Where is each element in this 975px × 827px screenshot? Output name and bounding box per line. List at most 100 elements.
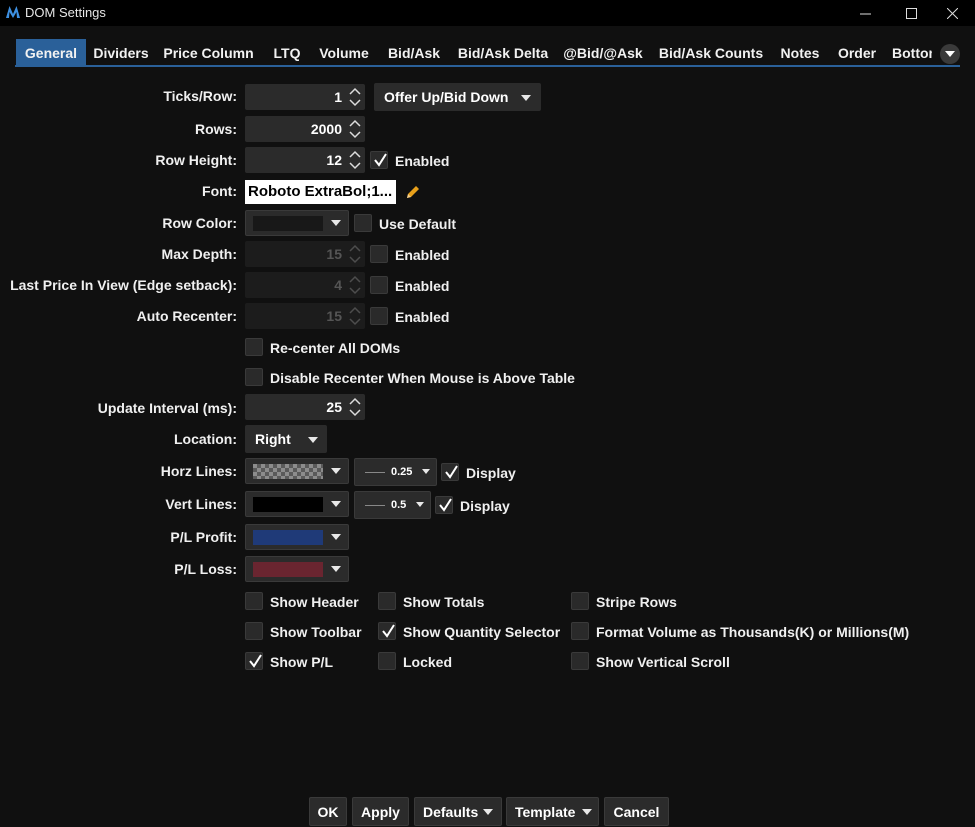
row-height-enabled-checkbox[interactable] bbox=[370, 151, 388, 169]
row-color-picker[interactable] bbox=[245, 210, 349, 236]
ticks-row-spinner[interactable]: 1 bbox=[245, 84, 365, 110]
recenter-all-doms-label: Re-center All DOMs bbox=[270, 340, 401, 356]
tab-general[interactable]: General bbox=[16, 39, 86, 67]
apply-button[interactable]: Apply bbox=[352, 797, 409, 826]
vert-lines-swatch bbox=[253, 497, 323, 512]
tab-bar: General Dividers Price Column LTQ Volume… bbox=[15, 39, 960, 67]
vert-lines-width-dropdown[interactable]: 0.5 bbox=[354, 491, 431, 519]
use-default-label: Use Default bbox=[379, 216, 457, 232]
update-interval-spinner[interactable]: 25 bbox=[245, 394, 365, 420]
disable-recenter-checkbox[interactable] bbox=[245, 368, 263, 386]
spinner-arrows-icon[interactable] bbox=[348, 86, 362, 108]
locked-checkbox[interactable] bbox=[378, 652, 396, 670]
horz-lines-color-picker[interactable] bbox=[245, 458, 349, 484]
tab-bottom[interactable]: Bottom bbox=[892, 39, 932, 67]
tab-bid-ask-delta[interactable]: Bid/Ask Delta bbox=[455, 39, 551, 67]
last-price-in-view-spinner[interactable]: 4 bbox=[245, 272, 365, 298]
location-dropdown[interactable]: Right bbox=[245, 425, 327, 453]
pl-loss-label: P/L Loss: bbox=[174, 561, 237, 577]
show-quantity-selector-checkbox[interactable] bbox=[378, 622, 396, 640]
row-color-label: Row Color: bbox=[162, 215, 237, 231]
max-depth-spinner[interactable]: 15 bbox=[245, 241, 365, 267]
chevron-down-icon bbox=[582, 809, 592, 815]
chevron-down-icon bbox=[331, 501, 341, 507]
show-pl-checkbox[interactable] bbox=[245, 652, 263, 670]
spinner-arrows-icon[interactable] bbox=[348, 396, 362, 418]
tick-direction-value: Offer Up/Bid Down bbox=[384, 89, 509, 105]
row-height-spinner[interactable]: 12 bbox=[245, 147, 365, 173]
last-price-enabled-checkbox[interactable] bbox=[370, 276, 388, 294]
defaults-button[interactable]: Defaults bbox=[414, 797, 502, 826]
pencil-icon[interactable] bbox=[405, 184, 421, 200]
rows-spinner[interactable]: 2000 bbox=[245, 116, 365, 142]
location-label: Location: bbox=[174, 431, 237, 447]
location-value: Right bbox=[255, 431, 291, 447]
checkmark-icon bbox=[374, 153, 387, 167]
show-toolbar-label: Show Toolbar bbox=[270, 624, 362, 640]
update-interval-value: 25 bbox=[326, 399, 342, 415]
recenter-all-doms-checkbox[interactable] bbox=[245, 338, 263, 356]
rows-label: Rows: bbox=[195, 121, 237, 137]
tab-order[interactable]: Order bbox=[834, 39, 880, 67]
ticks-row-label: Ticks/Row: bbox=[163, 88, 237, 104]
row-height-enabled-label: Enabled bbox=[395, 153, 450, 169]
tab-at-bid-at-ask[interactable]: @Bid/@Ask bbox=[561, 39, 645, 67]
tab-ltq[interactable]: LTQ bbox=[269, 39, 305, 67]
pl-loss-color-picker[interactable] bbox=[245, 556, 349, 582]
maximize-button[interactable] bbox=[888, 0, 934, 26]
max-depth-label: Max Depth: bbox=[161, 246, 237, 262]
ok-button[interactable]: OK bbox=[309, 797, 347, 826]
tab-scroll-button[interactable] bbox=[940, 44, 960, 64]
line-sample bbox=[365, 505, 385, 506]
tab-notes[interactable]: Notes bbox=[777, 39, 823, 67]
horz-lines-width-dropdown[interactable]: 0.25 bbox=[354, 458, 437, 486]
vert-lines-display-label: Display bbox=[460, 498, 510, 514]
show-vertical-scroll-checkbox[interactable] bbox=[571, 652, 589, 670]
show-totals-checkbox[interactable] bbox=[378, 592, 396, 610]
tab-dividers[interactable]: Dividers bbox=[90, 39, 152, 67]
tab-price-column[interactable]: Price Column bbox=[161, 39, 256, 67]
maximize-icon bbox=[905, 7, 917, 19]
use-default-checkbox[interactable] bbox=[354, 214, 372, 232]
vert-lines-width-value: 0.5 bbox=[391, 499, 407, 511]
auto-recenter-enabled-checkbox[interactable] bbox=[370, 307, 388, 325]
show-vertical-scroll-label: Show Vertical Scroll bbox=[596, 654, 730, 670]
spinner-arrows-icon[interactable] bbox=[348, 243, 362, 265]
spinner-arrows-icon[interactable] bbox=[348, 149, 362, 171]
chevron-down-icon bbox=[483, 809, 493, 815]
max-depth-enabled-checkbox[interactable] bbox=[370, 245, 388, 263]
tick-direction-dropdown[interactable]: Offer Up/Bid Down bbox=[374, 83, 541, 111]
horz-lines-swatch bbox=[253, 464, 323, 479]
tab-bid-ask[interactable]: Bid/Ask bbox=[384, 39, 444, 67]
template-button[interactable]: Template bbox=[506, 797, 599, 826]
auto-recenter-label: Auto Recenter: bbox=[136, 308, 237, 324]
vert-lines-display-checkbox[interactable] bbox=[435, 496, 453, 514]
max-depth-value: 15 bbox=[326, 246, 342, 262]
stripe-rows-checkbox[interactable] bbox=[571, 592, 589, 610]
show-toolbar-checkbox[interactable] bbox=[245, 622, 263, 640]
auto-recenter-spinner[interactable]: 15 bbox=[245, 303, 365, 329]
pl-profit-color-picker[interactable] bbox=[245, 524, 349, 550]
auto-recenter-enabled-label: Enabled bbox=[395, 309, 450, 325]
spinner-arrows-icon[interactable] bbox=[348, 118, 362, 140]
line-sample bbox=[365, 472, 385, 473]
minimize-button[interactable] bbox=[842, 0, 888, 26]
chevron-down-icon bbox=[416, 502, 424, 507]
spinner-arrows-icon[interactable] bbox=[348, 305, 362, 327]
ticks-row-value: 1 bbox=[334, 89, 342, 105]
format-volume-checkbox[interactable] bbox=[571, 622, 589, 640]
close-button[interactable] bbox=[929, 0, 975, 26]
spinner-arrows-icon[interactable] bbox=[348, 274, 362, 296]
cancel-button[interactable]: Cancel bbox=[604, 797, 669, 826]
chevron-down-icon bbox=[308, 437, 318, 443]
tab-bid-ask-counts[interactable]: Bid/Ask Counts bbox=[657, 39, 765, 67]
show-header-checkbox[interactable] bbox=[245, 592, 263, 610]
vert-lines-color-picker[interactable] bbox=[245, 491, 349, 517]
tab-volume[interactable]: Volume bbox=[315, 39, 373, 67]
font-field[interactable]: Roboto ExtraBol;1... bbox=[245, 180, 396, 204]
show-quantity-selector-label: Show Quantity Selector bbox=[403, 624, 561, 640]
horz-lines-display-label: Display bbox=[466, 465, 516, 481]
horz-lines-label: Horz Lines: bbox=[160, 463, 237, 479]
chevron-down-icon bbox=[331, 534, 341, 540]
horz-lines-display-checkbox[interactable] bbox=[441, 463, 459, 481]
